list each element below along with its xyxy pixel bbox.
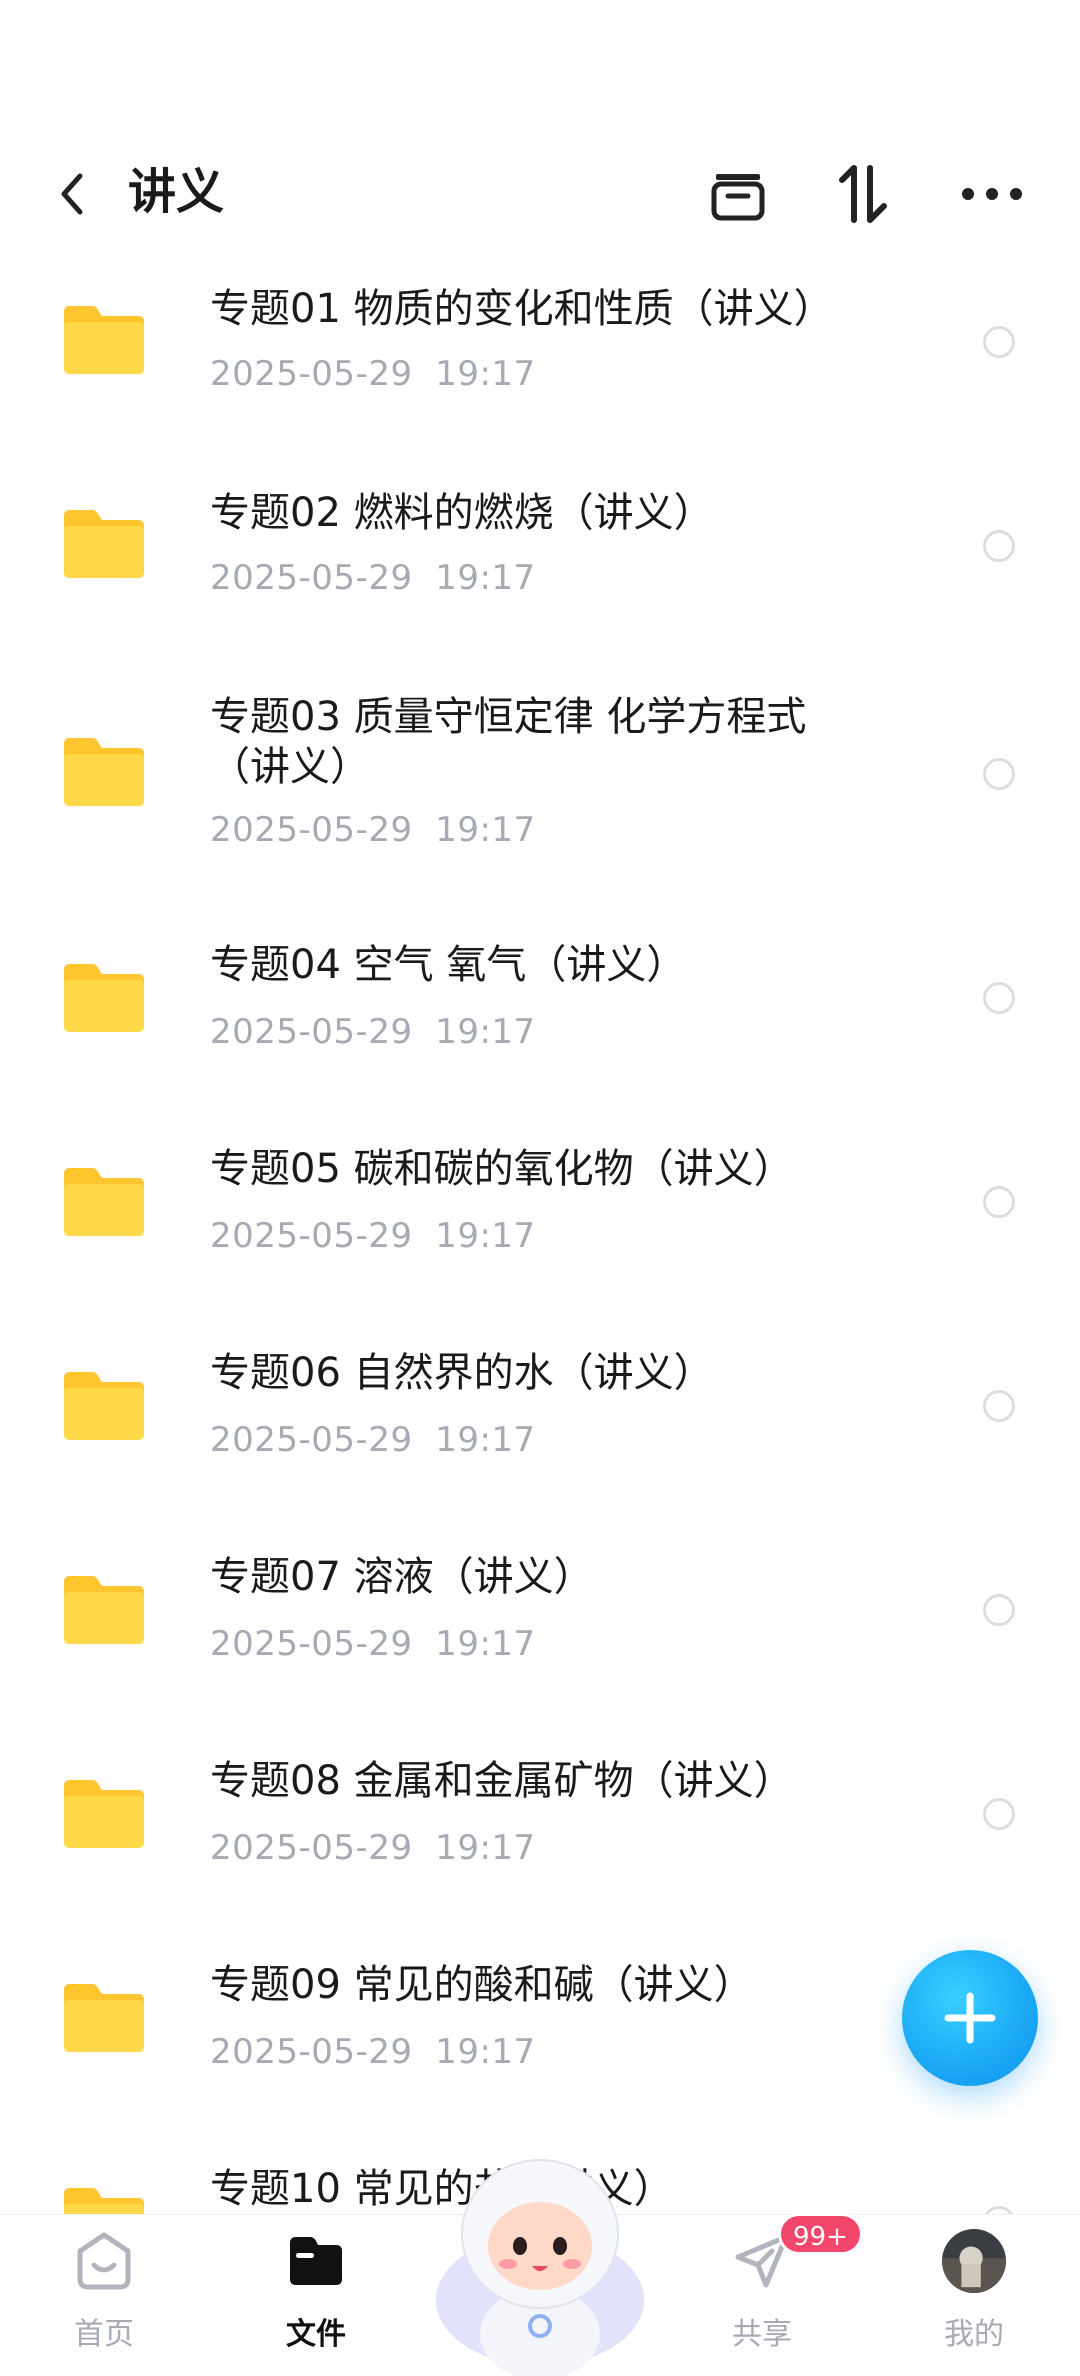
folder-icon [64, 1168, 144, 1236]
file-name: 专题07 溶液（讲义） [210, 1554, 594, 1600]
file-date: 2025-05-29 19:17 [210, 1216, 536, 1256]
select-radio[interactable] [983, 758, 1015, 790]
file-date: 2025-05-29 19:17 [210, 1624, 536, 1664]
back-button[interactable] [48, 162, 96, 226]
file-name: 专题08 金属和金属矿物（讲义） [210, 1758, 794, 1804]
list-item[interactable]: 专题05 碳和碳的氧化物（讲义） 2025-05-29 19:17 [0, 1120, 1080, 1324]
file-date: 2025-05-29 19:17 [210, 558, 536, 598]
nav-files[interactable]: 文件 [246, 2215, 386, 2376]
file-name: 专题01 物质的变化和性质（讲义） [210, 286, 834, 332]
nav-home[interactable]: 首页 [34, 2215, 174, 2376]
nav-mine[interactable]: 我的 [904, 2215, 1044, 2376]
list-item[interactable]: 专题02 燃料的燃烧（讲义） 2025-05-29 19:17 [0, 474, 1080, 678]
nav-files-label: 文件 [286, 2317, 346, 2352]
folder-icon [64, 510, 144, 578]
list-item[interactable]: 专题06 自然界的水（讲义） 2025-05-29 19:17 [0, 1324, 1080, 1528]
list-item[interactable]: 专题03 质量守恒定律 化学方程式（讲义） 2025-05-29 19:17 [0, 678, 1080, 916]
select-radio[interactable] [983, 1594, 1015, 1626]
assistant-mascot-button[interactable] [432, 2150, 648, 2376]
file-name: 专题02 燃料的燃烧（讲义） [210, 490, 714, 536]
folder-filled-icon [284, 2229, 348, 2293]
select-radio[interactable] [983, 1390, 1015, 1422]
file-name: 专题04 空气 氧气（讲义） [210, 942, 687, 988]
file-date: 2025-05-29 19:17 [210, 1828, 536, 1868]
list-item[interactable]: 专题04 空气 氧气（讲义） 2025-05-29 19:17 [0, 916, 1080, 1120]
folder-icon [64, 1780, 144, 1848]
sort-arrows-icon [839, 165, 887, 223]
folder-icon [64, 1576, 144, 1644]
file-name: 专题05 碳和碳的氧化物（讲义） [210, 1146, 794, 1192]
select-radio[interactable] [983, 982, 1015, 1014]
folder-icon [64, 1372, 144, 1440]
chevron-left-icon [61, 173, 83, 215]
file-list-screen: 讲义 专题01 物质的变化和性质（讲义） 2025-05-29 19:17 专题… [0, 0, 1080, 2376]
select-radio[interactable] [983, 530, 1015, 562]
list-item[interactable]: 专题01 物质的变化和性质（讲义） 2025-05-29 19:17 [0, 270, 1080, 474]
select-radio[interactable] [983, 1798, 1015, 1830]
avatar [942, 2229, 1006, 2293]
nav-share-label: 共享 [732, 2317, 792, 2352]
folder-icon [64, 964, 144, 1032]
list-item[interactable]: 专题07 溶液（讲义） 2025-05-29 19:17 [0, 1528, 1080, 1732]
select-radio[interactable] [983, 326, 1015, 358]
sort-button[interactable] [828, 158, 900, 230]
top-bar: 讲义 [0, 0, 1080, 270]
file-date: 2025-05-29 19:17 [210, 1012, 536, 1052]
add-button[interactable] [902, 1950, 1038, 2086]
nav-home-label: 首页 [74, 2317, 134, 2352]
folder-icon [64, 306, 144, 374]
mascot-icon [436, 2159, 644, 2376]
file-name: 专题09 常见的酸和碱（讲义） [210, 1962, 754, 2008]
select-radio[interactable] [983, 1186, 1015, 1218]
archive-box-icon [711, 174, 765, 221]
more-button[interactable] [956, 158, 1028, 230]
folder-icon [64, 738, 144, 806]
file-date: 2025-05-29 19:17 [210, 1420, 536, 1460]
file-name: 专题03 质量守恒定律 化学方程式（讲义） [210, 694, 807, 790]
file-date: 2025-05-29 19:17 [210, 2032, 536, 2072]
home-face-icon [72, 2229, 136, 2293]
list-item[interactable]: 专题08 金属和金属矿物（讲义） 2025-05-29 19:17 [0, 1732, 1080, 1936]
share-badge: 99+ [778, 2213, 863, 2255]
page-title: 讲义 [128, 164, 225, 220]
folder-icon [64, 1984, 144, 2052]
file-name: 专题06 自然界的水（讲义） [210, 1350, 714, 1396]
more-dots-icon [962, 188, 1022, 200]
plus-icon [944, 1992, 996, 2044]
archive-button[interactable] [702, 158, 774, 230]
file-date: 2025-05-29 19:17 [210, 810, 536, 850]
nav-mine-label: 我的 [944, 2317, 1004, 2352]
file-date: 2025-05-29 19:17 [210, 354, 536, 394]
